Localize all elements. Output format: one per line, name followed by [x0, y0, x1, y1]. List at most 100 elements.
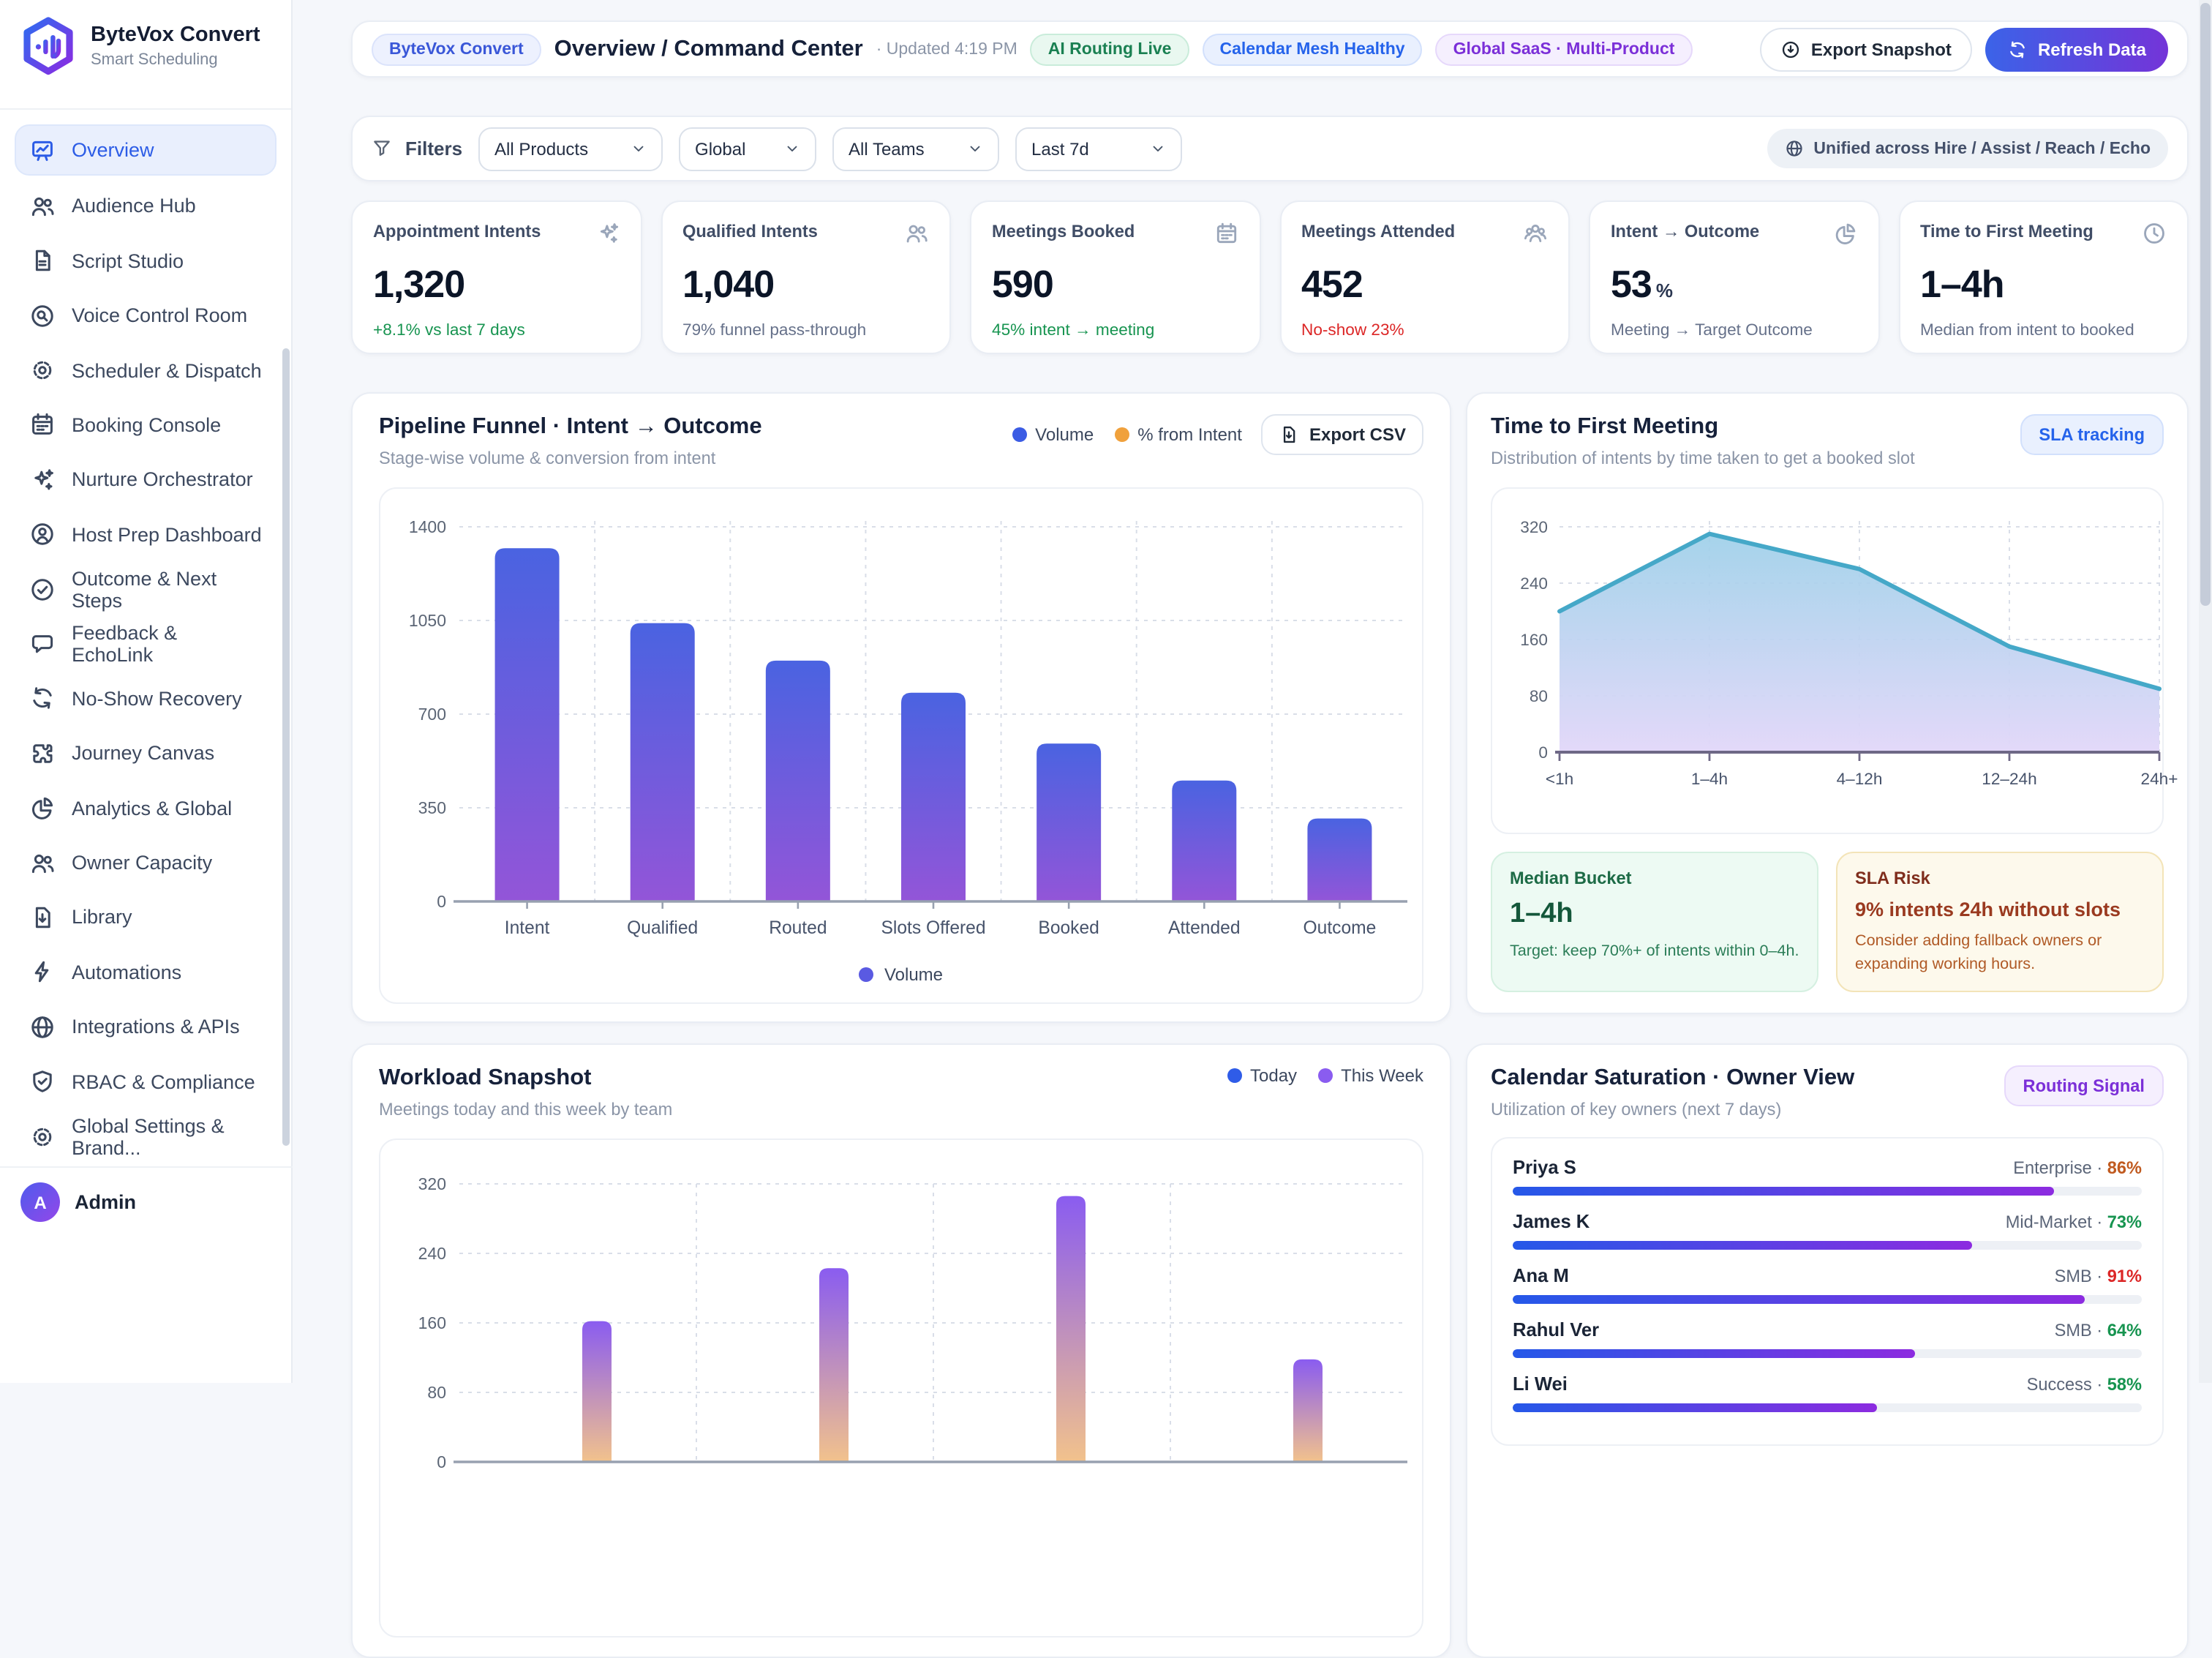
scope-note-pill: Unified across Hire / Assist / Reach / E… [1767, 129, 2168, 168]
legend-dot [1114, 427, 1129, 442]
sidebar-item-nurture-orchestrator[interactable]: Nurture Orchestrator [16, 456, 275, 504]
filter-bar: Filters All Products Global All Teams La… [351, 116, 2189, 181]
svg-text:Qualified: Qualified [627, 918, 698, 938]
sidebar-item-analytics-global[interactable]: Analytics & Global [16, 784, 275, 832]
sidebar-item-label: Scheduler & Dispatch [72, 359, 262, 381]
globe-icon [29, 1014, 56, 1040]
sidebar-item-feedback-echolink[interactable]: Feedback & EchoLink [16, 620, 275, 668]
page-title: Overview / Command Center [554, 36, 863, 62]
kpi-card-1: Qualified Intents 1,040 79% funnel pass-… [661, 200, 951, 354]
kpi-value: 1–4h [1920, 262, 2167, 307]
sidebar-item-label: Booking Console [72, 414, 221, 436]
kpi-sublabel: Median from intent to booked [1920, 322, 2167, 340]
check-circle-icon [29, 576, 56, 602]
sla-risk-value: 9% intents 24h without slots [1855, 899, 2145, 920]
sidebar-item-overview[interactable]: Overview [15, 124, 276, 176]
chevron-down-icon [967, 140, 983, 157]
puzzle-icon [29, 740, 56, 767]
page-scrollbar[interactable] [2199, 0, 2212, 1383]
sidebar-item-label: Automations [72, 961, 181, 983]
svg-text:4–12h: 4–12h [1837, 770, 1883, 788]
refresh-data-button[interactable]: Refresh Data [1985, 27, 2168, 71]
sidebar-item-label: Host Prep Dashboard [72, 523, 262, 545]
sidebar-item-scheduler-dispatch[interactable]: Scheduler & Dispatch [16, 346, 275, 394]
sidebar-item-label: Integrations & APIs [72, 1016, 240, 1038]
download-icon [1780, 39, 1801, 59]
sidebar-item-rbac-compliance[interactable]: RBAC & Compliance [16, 1057, 275, 1106]
file-download-icon [1279, 424, 1299, 445]
sidebar-item-booking-console[interactable]: Booking Console [16, 401, 275, 449]
sidebar-item-label: Script Studio [72, 250, 184, 272]
sidebar-item-audience-hub[interactable]: Audience Hub [16, 182, 275, 230]
utilization-track [1513, 1349, 2142, 1358]
legend-item: Volume [1012, 424, 1094, 445]
filter-teams-select[interactable]: All Teams [832, 127, 999, 170]
export-csv-button[interactable]: Export CSV [1261, 414, 1423, 455]
brand-logo-icon [19, 15, 78, 77]
users-icon [904, 221, 929, 246]
legend-dot [1317, 1068, 1332, 1083]
status-badge: Global SaaS · Multi-Product [1436, 33, 1693, 65]
utilization-fill [1513, 1241, 1972, 1250]
admin-row[interactable]: A Admin [0, 1166, 293, 1237]
svg-text:Routed: Routed [769, 918, 827, 938]
calendar-saturation-panel: Calendar Saturation · Owner View Utiliza… [1466, 1043, 2189, 1658]
median-bucket-value: 1–4h [1510, 899, 1799, 931]
kpi-sublabel: 45% intent → meeting [992, 322, 1238, 340]
filter-products-select[interactable]: All Products [478, 127, 663, 170]
refresh-icon [2007, 39, 2028, 59]
export-snapshot-button[interactable]: Export Snapshot [1760, 27, 1972, 71]
avatar: A [20, 1182, 60, 1222]
sidebar-item-automations[interactable]: Automations [16, 948, 275, 997]
sidebar-item-label: Outcome & Next Steps [72, 567, 262, 611]
user-circle-icon [29, 521, 56, 547]
document-icon [29, 248, 56, 274]
page-scrollbar-thumb[interactable] [2200, 3, 2211, 606]
calendar-icon [29, 412, 56, 438]
sidebar-item-outcome-next-steps[interactable]: Outcome & Next Steps [16, 565, 275, 613]
chevron-down-icon [631, 140, 647, 157]
sidebar-scrollbar[interactable] [282, 348, 290, 1146]
status-badges: AI Routing Live Calendar Mesh Healthy Gl… [1031, 33, 1693, 65]
svg-text:Intent: Intent [505, 918, 550, 938]
funnel-bar-chart: 035070010501400IntentQualifiedRoutedSlot… [392, 503, 1410, 959]
filter-range-select[interactable]: Last 7d [1015, 127, 1182, 170]
ttfm-area-chart: 080160240320<1h1–4h4–12h12–24h24h+ [1504, 503, 2151, 827]
workload-title: Workload Snapshot [379, 1065, 672, 1092]
legend-item: Today [1227, 1065, 1297, 1086]
chevron-down-icon [784, 140, 800, 157]
refresh-icon [29, 686, 56, 712]
workload-bar-chart: 320240160800 [392, 1155, 1410, 1630]
sidebar-item-global-settings-brand[interactable]: Global Settings & Brand... [16, 1112, 275, 1160]
sidebar-item-label: Owner Capacity [72, 852, 212, 874]
saturation-subtitle: Utilization of key owners (next 7 days) [1491, 1099, 1854, 1119]
svg-text:1050: 1050 [409, 611, 446, 630]
users-group-icon [1523, 221, 1548, 246]
gear-icon [29, 1123, 56, 1149]
sidebar-item-label: Nurture Orchestrator [72, 469, 253, 491]
kpi-sublabel: Meeting → Target Outcome [1611, 322, 1857, 340]
time-to-first-meeting-panel: Time to First Meeting Distribution of in… [1466, 392, 2189, 1015]
sidebar-item-no-show-recovery[interactable]: No-Show Recovery [16, 675, 275, 723]
sidebar-item-script-studio[interactable]: Script Studio [16, 237, 275, 285]
utilization-track [1513, 1295, 2142, 1304]
sidebar-item-host-prep-dashboard[interactable]: Host Prep Dashboard [16, 510, 275, 558]
utilization-fill [1513, 1187, 2054, 1196]
filters-label: Filters [372, 138, 462, 160]
sidebar-item-library[interactable]: Library [16, 893, 275, 942]
shield-check-icon [29, 1068, 56, 1095]
sidebar-item-integrations-apis[interactable]: Integrations & APIs [16, 1003, 275, 1051]
utilization-track [1513, 1187, 2142, 1196]
admin-name: Admin [75, 1191, 136, 1213]
main-content: ByteVox Convert Overview / Command Cente… [351, 0, 2189, 1658]
brand-name: ByteVox Convert [91, 23, 260, 48]
ttfm-title: Time to First Meeting [1491, 414, 1915, 440]
sidebar-item-voice-control-room[interactable]: Voice Control Room [16, 291, 275, 340]
filter-region-select[interactable]: Global [679, 127, 816, 170]
sidebar-item-journey-canvas[interactable]: Journey Canvas [16, 729, 275, 778]
kpi-value: 590 [992, 262, 1238, 307]
sidebar-item-label: Overview [72, 139, 154, 161]
kpi-sublabel: +8.1% vs last 7 days [373, 322, 620, 340]
sidebar-item-owner-capacity[interactable]: Owner Capacity [16, 839, 275, 887]
svg-text:Outcome: Outcome [1304, 918, 1377, 938]
